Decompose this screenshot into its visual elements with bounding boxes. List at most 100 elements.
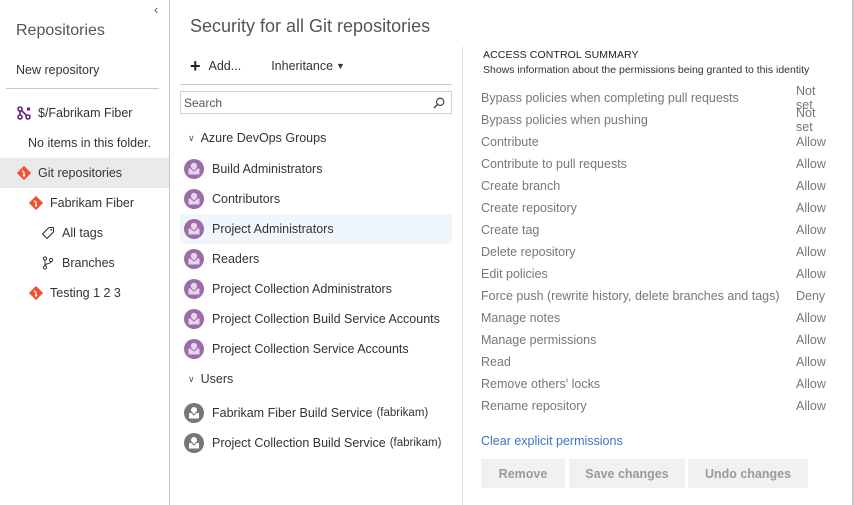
permission-value[interactable]: Allow [796, 311, 826, 325]
permission-row: Manage notes Allow [481, 307, 831, 329]
remove-button[interactable]: Remove [481, 459, 565, 488]
access-control-summary-subtitle: Shows information about the permissions … [483, 64, 810, 76]
chevron-down-icon: ∨ [188, 373, 195, 384]
identity-name: Project Collection Administrators [212, 282, 392, 296]
toolbar-divider [180, 84, 452, 85]
group-avatar-icon [184, 159, 204, 179]
permission-name: Read [481, 355, 511, 369]
inheritance-dropdown[interactable]: Inheritance ▼ [271, 59, 345, 73]
permission-name: Contribute to pull requests [481, 157, 627, 171]
identity-row[interactable]: Project Collection Build Service Account… [180, 304, 452, 334]
permission-value[interactable]: Allow [796, 157, 826, 171]
collapse-nav-button[interactable]: ‹ [154, 2, 158, 17]
nav-item-label: All tags [62, 226, 103, 240]
permission-row: Delete repository Allow [481, 241, 831, 263]
nav-item-testing-123-repo[interactable]: Testing 1 2 3 [0, 278, 169, 308]
permission-name: Create tag [481, 223, 540, 237]
permission-name: Edit policies [481, 267, 548, 281]
user-avatar-icon [184, 433, 204, 453]
permission-row: Remove others' locks Allow [481, 373, 831, 395]
nav-item-fabrikam-fiber-repo[interactable]: Fabrikam Fiber [0, 188, 169, 218]
repositories-nav: ‹ Repositories New repository $/Fabrikam… [0, 0, 170, 505]
identity-row[interactable]: Project Collection Build Service (fabrik… [180, 428, 452, 458]
permission-row: Read Allow [481, 351, 831, 373]
permission-value[interactable]: Allow [796, 377, 826, 391]
identity-name: Project Administrators [212, 222, 334, 236]
identity-name: Fabrikam Fiber Build Service [212, 406, 373, 420]
permission-value[interactable]: Allow [796, 201, 826, 215]
permission-row: Manage permissions Allow [481, 329, 831, 351]
user-avatar-icon [184, 403, 204, 423]
permission-value[interactable]: Deny [796, 289, 825, 303]
git-icon [29, 286, 43, 300]
permission-row: Contribute to pull requests Allow [481, 153, 831, 175]
nav-divider [6, 88, 159, 89]
page-title: Security for all Git repositories [190, 16, 431, 36]
identity-name: Project Collection Build Service [212, 436, 386, 450]
permission-name: Create repository [481, 201, 577, 215]
nav-item-all-tags[interactable]: All tags [0, 218, 169, 248]
permission-value[interactable]: Allow [796, 135, 826, 149]
permission-value[interactable]: Allow [796, 223, 826, 237]
identity-name: Build Administrators [212, 162, 323, 176]
permission-name: Manage notes [481, 311, 561, 325]
identity-row[interactable]: Project Collection Service Accounts [180, 334, 452, 364]
nav-item-label: No items in this folder. [28, 136, 151, 150]
tfvc-icon [17, 106, 31, 120]
permission-name: Force push (rewrite history, delete bran… [481, 289, 780, 303]
identity-row[interactable]: Build Administrators [180, 154, 452, 184]
undo-changes-button[interactable]: Undo changes [688, 459, 808, 488]
nav-item-label: Branches [62, 256, 115, 270]
group-avatar-icon [184, 339, 204, 359]
identity-search-box [180, 91, 452, 114]
permission-row: Create repository Allow [481, 197, 831, 219]
nav-title: Repositories [16, 22, 105, 39]
identity-row[interactable]: Project Collection Administrators [180, 274, 452, 304]
permission-row: Rename repository Allow [481, 395, 831, 417]
permission-row: Edit policies Allow [481, 263, 831, 285]
group-avatar-icon [184, 309, 204, 329]
permission-value[interactable]: Allow [796, 179, 826, 193]
nav-item-branches[interactable]: Branches [0, 248, 169, 278]
permission-row: Create branch Allow [481, 175, 831, 197]
group-header-users[interactable]: ∨ Users [188, 372, 233, 386]
permission-name: Manage permissions [481, 333, 597, 347]
nav-item-tfvc-fabrikam-fiber[interactable]: $/Fabrikam Fiber [0, 98, 169, 128]
permission-row: Create tag Allow [481, 219, 831, 241]
git-icon [17, 166, 31, 180]
group-avatar-icon [184, 219, 204, 239]
identity-name: Project Collection Service Accounts [212, 342, 409, 356]
identity-name: Readers [212, 252, 260, 266]
clear-explicit-permissions-link[interactable]: Clear explicit permissions [481, 434, 623, 448]
permission-value[interactable]: Allow [796, 399, 826, 413]
plus-icon: + [190, 56, 201, 76]
save-changes-button[interactable]: Save changes [569, 459, 685, 488]
add-label: Add... [208, 59, 242, 73]
identity-account: (fabrikam) [376, 407, 429, 419]
add-identity-button[interactable]: + Add... [190, 57, 241, 75]
nav-item-label: Testing 1 2 3 [50, 286, 121, 300]
search-input[interactable] [181, 95, 421, 110]
search-icon[interactable] [433, 96, 445, 114]
branch-icon [41, 256, 55, 270]
permission-value[interactable]: Allow [796, 355, 826, 369]
permission-row: Bypass policies when pushing Not set [481, 106, 831, 134]
identity-row[interactable]: Fabrikam Fiber Build Service (fabrikam) [180, 398, 452, 428]
permission-value[interactable]: Allow [796, 333, 826, 347]
git-icon [29, 196, 43, 210]
permission-name: Bypass policies when pushing [481, 113, 648, 127]
permission-value[interactable]: Not set [796, 106, 831, 134]
identity-row[interactable]: Readers [180, 244, 452, 274]
nav-item-label: $/Fabrikam Fiber [38, 106, 133, 120]
group-header-azure-devops-groups[interactable]: ∨ Azure DevOps Groups [188, 131, 326, 145]
nav-item-label: Git repositories [38, 166, 123, 180]
permission-value[interactable]: Allow [796, 267, 826, 281]
nav-item-git-repositories[interactable]: Git repositories [0, 158, 169, 188]
access-control-summary-title: ACCESS CONTROL SUMMARY [483, 49, 639, 61]
identity-row-selected[interactable]: Project Administrators [180, 214, 452, 244]
new-repository-link[interactable]: New repository [16, 63, 99, 77]
permission-value[interactable]: Allow [796, 245, 826, 259]
permission-name: Create branch [481, 179, 561, 193]
identity-row[interactable]: Contributors [180, 184, 452, 214]
permission-row: Force push (rewrite history, delete bran… [481, 285, 831, 307]
